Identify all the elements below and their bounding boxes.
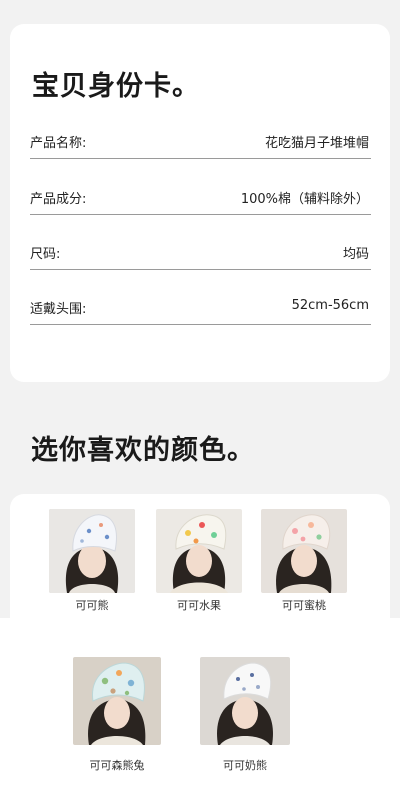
color-option-coco-bear[interactable]: 可可熊 [49,509,135,613]
product-photo [49,509,135,593]
product-photo [73,657,161,745]
product-info-card: 宝贝身份卡。 产品名称: 花吃猫月子堆堆帽 产品成分: 100%棉（辅料除外） … [10,24,390,382]
info-row-product-name: 产品名称: 花吃猫月子堆堆帽 [30,128,371,159]
info-value: 均码 [342,247,369,262]
color-option-coco-fruit[interactable]: 可可水果 [156,509,242,613]
info-value: 100%棉（辅料除外） [240,192,369,207]
color-option-coco-forest-bear-rabbit[interactable]: 可可森熊兔 [73,657,161,773]
info-row-size: 尺码: 均码 [30,239,371,270]
info-row-head-size: 适戴头围: 52cm-56cm [30,294,371,325]
info-row-material: 产品成分: 100%棉（辅料除外） [30,184,371,215]
info-label: 产品成分: [30,192,87,207]
info-label: 产品名称: [30,136,87,151]
info-value: 花吃猫月子堆堆帽 [264,136,369,151]
info-label: 适戴头围: [30,302,87,317]
section-title: 选你喜欢的颜色。 [31,435,255,466]
color-option-name: 可可水果 [177,599,221,612]
product-photo [156,509,242,593]
color-option-coco-milk-bear[interactable]: 可可奶熊 [200,657,290,773]
product-photo [261,509,347,593]
color-option-name: 可可森熊兔 [89,759,145,772]
color-option-name: 可可蜜桃 [282,599,326,612]
color-option-name: 可可熊 [75,599,109,612]
card-title: 宝贝身份卡。 [32,71,200,102]
color-option-name: 可可奶熊 [223,759,267,772]
color-option-coco-peach[interactable]: 可可蜜桃 [261,509,347,613]
product-photo [200,657,290,745]
info-label: 尺码: [30,247,61,262]
info-value: 52cm-56cm [291,298,369,313]
